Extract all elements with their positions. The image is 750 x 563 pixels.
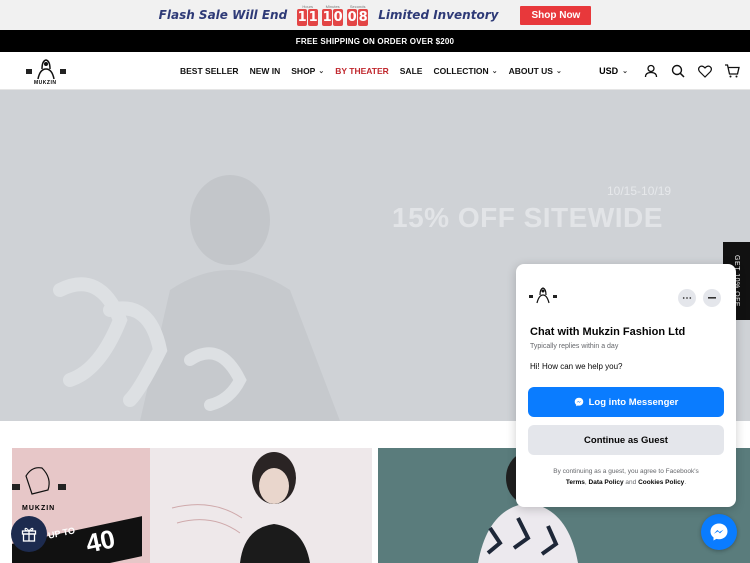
more-dots-icon: ⋯ xyxy=(682,292,692,304)
nav-shop[interactable]: SHOP ⌄ xyxy=(291,66,324,76)
timer-digit: 0 xyxy=(333,9,344,26)
cookies-policy-link[interactable]: Cookies Policy xyxy=(638,479,684,486)
countdown-timer: Hours 1 1 Minutes 1 0 Seconds 0 8 xyxy=(297,4,369,26)
flash-sale-bar: Flash Sale Will End Hours 1 1 Minutes 1 … xyxy=(0,0,750,30)
continue-as-guest-button[interactable]: Continue as Guest xyxy=(528,425,724,455)
chat-greeting: Hi! How can we help you? xyxy=(530,362,623,371)
nav-label: BEST SELLER xyxy=(180,66,239,76)
shop-now-button[interactable]: Shop Now xyxy=(520,5,592,25)
timer-digit: 1 xyxy=(297,9,308,26)
chevron-down-icon: ⌄ xyxy=(555,68,562,75)
flash-sale-label: Flash Sale Will End xyxy=(158,8,288,22)
legal-and: and xyxy=(625,479,637,486)
discount-badge-number: 40 xyxy=(83,523,118,559)
chat-title: Chat with Mukzin Fashion Ltd xyxy=(530,326,686,338)
nav-about-us[interactable]: ABOUT US ⌄ xyxy=(509,66,562,76)
chat-minimize-button[interactable] xyxy=(703,289,721,307)
chat-subtitle: Typically replies within a day xyxy=(530,343,619,350)
messenger-icon xyxy=(574,397,583,407)
timer-digit: 1 xyxy=(308,9,319,26)
chat-widget: ⋯ Chat with Mukzin Fashion Ltd Typically… xyxy=(516,264,736,507)
nav-label: BY THEATER xyxy=(335,66,389,76)
shipping-banner: FREE SHIPPING ON ORDER OVER $200 xyxy=(0,30,750,52)
chat-legal-notice: By continuing as a guest, you agree to F… xyxy=(530,466,722,488)
timer-digit: 0 xyxy=(347,9,358,26)
log-into-messenger-button[interactable]: Log into Messenger xyxy=(528,387,724,417)
chevron-down-icon: ⌄ xyxy=(491,68,498,75)
legal-end: . xyxy=(684,479,687,486)
timer-hours: Hours 1 1 xyxy=(297,4,319,26)
data-policy-link[interactable]: Data Policy xyxy=(589,479,624,486)
chat-brand-logo xyxy=(529,287,557,304)
nav-by-theater[interactable]: BY THEATER xyxy=(335,66,389,76)
chat-more-options-button[interactable]: ⋯ xyxy=(678,289,696,307)
header-tools: USD ⌄ xyxy=(599,52,740,90)
terms-link[interactable]: Terms xyxy=(566,479,585,486)
log-into-messenger-label: Log into Messenger xyxy=(588,396,679,408)
nav-label: SHOP xyxy=(291,66,316,76)
nav-label: COLLECTION xyxy=(433,66,489,76)
currency-value: USD xyxy=(599,66,619,76)
main-nav: BEST SELLER NEW IN SHOP ⌄ BY THEATER SALE… xyxy=(180,52,562,90)
limited-inventory-label: Limited Inventory xyxy=(378,8,499,22)
nav-label: SALE xyxy=(399,66,423,76)
nav-collection[interactable]: COLLECTION ⌄ xyxy=(433,66,497,76)
messenger-launcher-button[interactable] xyxy=(701,514,737,550)
minimize-icon xyxy=(708,297,716,299)
gift-button[interactable] xyxy=(11,516,47,552)
nav-new-in[interactable]: NEW IN xyxy=(250,66,281,76)
timer-minutes: Minutes 1 0 xyxy=(322,4,344,26)
nav-label: NEW IN xyxy=(249,66,281,76)
search-icon[interactable] xyxy=(670,63,686,79)
wishlist-heart-icon[interactable] xyxy=(697,63,713,79)
card-logo-text: MUKZIN xyxy=(22,505,56,512)
cart-icon[interactable] xyxy=(724,63,740,79)
hero-date: 10/15-10/19 xyxy=(607,184,672,198)
page: Flash Sale Will End Hours 1 1 Minutes 1 … xyxy=(0,0,750,563)
site-header: MUKZIN BEST SELLER NEW IN SHOP ⌄ BY THEAT… xyxy=(0,52,750,90)
promo-card-left[interactable] xyxy=(12,448,372,563)
currency-selector[interactable]: USD ⌄ xyxy=(599,66,628,76)
nav-sale[interactable]: SALE xyxy=(400,66,423,76)
brand-logo-text: MUKZIN xyxy=(34,80,57,86)
legal-separator: , xyxy=(584,479,587,486)
chevron-down-icon: ⌄ xyxy=(622,68,628,75)
legal-text: By continuing as a guest, you agree to F… xyxy=(553,468,699,475)
shipping-text: FREE SHIPPING ON ORDER OVER $200 xyxy=(295,36,455,46)
hero-headline: 15% OFF SITEWIDE xyxy=(392,202,663,233)
account-icon[interactable] xyxy=(643,63,659,79)
hero-model-image xyxy=(53,175,340,421)
timer-seconds: Seconds 0 8 xyxy=(347,4,369,26)
timer-digit: 1 xyxy=(322,9,333,26)
messenger-icon xyxy=(710,523,728,541)
nav-label: ABOUT US xyxy=(508,66,553,76)
nav-best-seller[interactable]: BEST SELLER xyxy=(180,66,239,76)
continue-as-guest-label: Continue as Guest xyxy=(584,434,668,446)
timer-digit: 8 xyxy=(358,9,369,26)
gift-icon xyxy=(21,527,37,542)
chevron-down-icon: ⌄ xyxy=(318,68,325,75)
